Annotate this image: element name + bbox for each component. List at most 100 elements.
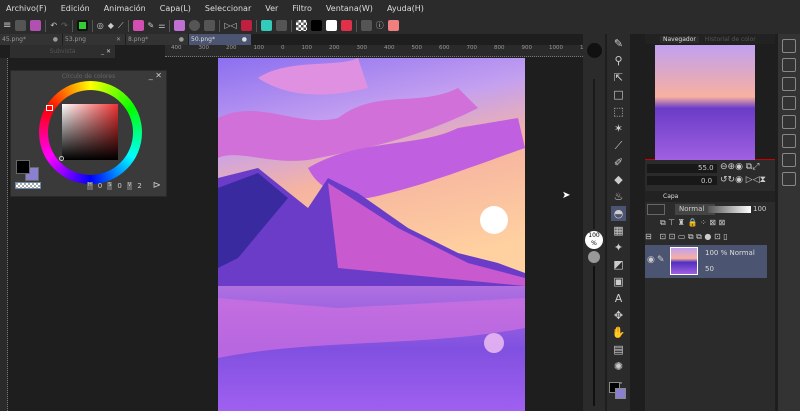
tab-historial-color[interactable]: Historial de color [705, 36, 756, 43]
move-tool-icon[interactable]: ⇱ [611, 70, 626, 85]
tab-53[interactable]: 53.png ✕ [63, 34, 125, 45]
tab-8[interactable]: 8.png* ● [126, 34, 188, 45]
pencil-icon[interactable]: ✐ [611, 155, 626, 170]
sub-color-swatch[interactable] [615, 388, 626, 399]
monitor-icon[interactable] [275, 20, 287, 31]
menu-filtro[interactable]: Filtro [292, 4, 312, 13]
navigator-dock-icon[interactable] [782, 39, 796, 53]
opacity-slider[interactable] [708, 206, 751, 213]
transparent-swatch[interactable] [15, 182, 41, 189]
tab-navegador[interactable]: Navegador [660, 35, 699, 43]
eraser-icon[interactable]: ◆ [108, 21, 114, 30]
color-wheel-panel: Círculo de colores _ ✕ H0 S0 V2 ⊳ [10, 70, 167, 197]
rectangle-tool-icon[interactable]: □ [611, 87, 626, 102]
painting [218, 58, 525, 411]
sv-marker[interactable] [59, 156, 64, 161]
layer-lock-icons[interactable]: ⧉ ⊤ ♜ 🔒 ⁘ ⊠ ⊠ [660, 218, 725, 228]
zoom-tool-icon[interactable]: ◎ [97, 21, 104, 30]
redo-icon[interactable]: ↷ [61, 21, 68, 30]
menu-capa[interactable]: Capa(L) [160, 4, 191, 13]
fill-tool-icon[interactable]: ◓ [611, 206, 626, 221]
subvista-panel[interactable]: Subvista _ ✕ [10, 45, 115, 58]
ruler-pen-icon[interactable]: ✎ [148, 21, 155, 30]
sub-tool-dock-icon[interactable] [782, 153, 796, 167]
visibility-eye-icon[interactable]: ◉ [647, 255, 655, 265]
adjust-icon[interactable]: ⚌ [158, 21, 165, 30]
frame-tool-icon[interactable]: ▤ [611, 342, 626, 357]
materials-dock-icon[interactable] [782, 96, 796, 110]
brush-preview [587, 43, 602, 58]
layer-row[interactable]: ◉ ✎ 100 % Normal 50 [645, 245, 767, 278]
close-icon[interactable]: ✕ [116, 36, 121, 43]
rotation-controls-icon[interactable]: ↺↻◉ ▷◁⧗ [720, 175, 766, 185]
info-dock-icon[interactable] [782, 115, 796, 129]
teal-texture-icon[interactable] [260, 20, 272, 31]
texture-icon[interactable] [174, 20, 186, 31]
navigator-preview[interactable] [645, 44, 775, 160]
tab-capa[interactable]: Capa [663, 193, 678, 200]
operation-tool-icon[interactable]: ✥ [611, 308, 626, 323]
mode-switch-icon[interactable]: ⊳ [153, 180, 161, 191]
blend-tool-icon[interactable]: ♨ [611, 189, 626, 204]
pen-tool-icon[interactable]: ✎ [611, 36, 626, 51]
close-icon[interactable]: _ ✕ [149, 71, 162, 80]
zoom-value: 55.0 [698, 164, 714, 172]
saturation-value-square[interactable] [62, 104, 118, 160]
h-label: H [87, 182, 93, 190]
menu-edicion[interactable]: Edición [61, 4, 90, 13]
menu-ver[interactable]: Ver [265, 4, 278, 13]
menu-animacion[interactable]: Animación [104, 4, 146, 13]
grid-icon[interactable] [204, 20, 216, 31]
undo-icon[interactable]: ↶ [50, 21, 57, 30]
hue-marker[interactable] [46, 105, 53, 111]
info-icon[interactable]: ⓘ [376, 20, 384, 31]
opacity-knob[interactable] [588, 251, 600, 263]
zoom-tool-icon[interactable]: ⚲ [611, 53, 626, 68]
menu-ventana[interactable]: Ventana(W) [326, 4, 373, 13]
black-color-swatch[interactable] [310, 20, 322, 31]
gradient-grid-icon[interactable]: ▦ [611, 223, 626, 238]
color-layer-icon[interactable] [132, 20, 144, 31]
zoom-controls-icon[interactable]: ⊖⊕◉ ⧉⤢ [720, 162, 759, 172]
text-tool-icon[interactable]: A [611, 291, 626, 306]
tab-50[interactable]: 50.png* ● [189, 34, 251, 45]
menu-ayuda[interactable]: Ayuda(H) [387, 4, 424, 13]
canvas-artwork[interactable] [218, 58, 525, 411]
brush-size-value[interactable]: 100% [585, 231, 603, 249]
menu-archivo[interactable]: Archivo(F) [6, 4, 47, 13]
eyedropper-icon[interactable]: ⟋ [611, 138, 626, 153]
red-color-swatch[interactable] [340, 20, 352, 31]
sparkle-icon[interactable]: ✦ [611, 240, 626, 255]
stamp-icon[interactable]: ✺ [611, 359, 626, 374]
gradient-icon[interactable]: ▣ [611, 274, 626, 289]
close-icon[interactable]: _ ✕ [101, 45, 111, 58]
selection-tool-icon[interactable]: ⬚ [611, 104, 626, 119]
pink-swatch[interactable] [387, 20, 399, 31]
color-mode-dropdown[interactable] [647, 204, 665, 215]
layer-action-icons[interactable]: ⊟ ⊡ ⊡ ▭ ⧉ ⧉ ● ⊡ ▯ [645, 232, 728, 242]
device-icon[interactable] [360, 20, 372, 31]
flip-icon[interactable]: ▷◁ [224, 21, 236, 30]
white-color-swatch[interactable] [325, 20, 337, 31]
hamburger-icon[interactable]: ≡ [3, 20, 11, 31]
size-slider-track[interactable] [593, 79, 595, 229]
ruler-tool-icon[interactable]: ◩ [611, 257, 626, 272]
new-file-icon[interactable] [30, 20, 42, 31]
hand-tool-icon[interactable]: ✋ [611, 325, 626, 340]
tool-property-dock-icon[interactable] [782, 134, 796, 148]
green-frame-icon[interactable] [76, 20, 88, 31]
favorites-folder-icon[interactable] [782, 172, 796, 186]
transparent-color-icon[interactable] [295, 20, 307, 31]
menu-seleccionar[interactable]: Seleccionar [205, 4, 251, 13]
circle-icon[interactable] [189, 20, 201, 31]
layers-dock-icon[interactable] [782, 77, 796, 91]
magic-wand-icon[interactable]: ✶ [611, 121, 626, 136]
properties-dock-icon[interactable] [782, 58, 796, 72]
eyedropper-icon[interactable]: ⟋ [118, 21, 124, 31]
red-h-icon[interactable] [240, 20, 252, 31]
app-icon[interactable] [15, 20, 27, 31]
tab-45[interactable]: 45.png* ● [0, 34, 62, 45]
opacity-slider-track[interactable] [593, 266, 595, 406]
main-color-swatch[interactable] [16, 160, 30, 174]
eraser-icon[interactable]: ◆ [611, 172, 626, 187]
